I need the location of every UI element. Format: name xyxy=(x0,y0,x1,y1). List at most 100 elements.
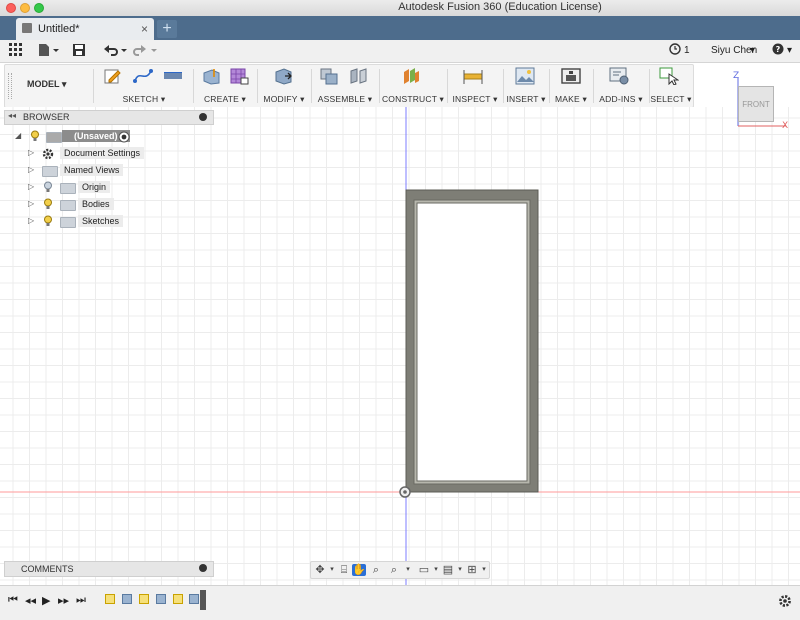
fit-zoom-icon[interactable]: ⌕ xyxy=(387,564,401,576)
timeline-extrude-feature[interactable] xyxy=(156,594,166,604)
sketch-menu[interactable]: SKETCH xyxy=(123,94,159,104)
timeline-bar: ⏮ ◂◂ ▶ ▸▸ ⏭ xyxy=(0,585,800,620)
close-tab-icon[interactable]: × xyxy=(141,18,148,40)
help-icon[interactable]: ? xyxy=(772,43,784,59)
make-menu[interactable]: MAKE xyxy=(555,94,580,104)
window-title: Autodesk Fusion 360 (Education License) xyxy=(398,1,602,13)
3d-print-icon[interactable] xyxy=(561,67,581,85)
stop-sketch-icon[interactable] xyxy=(163,67,183,85)
measure-icon[interactable] xyxy=(463,67,483,85)
folder-icon xyxy=(60,200,76,211)
document-tab-label: Untitled* xyxy=(38,23,80,35)
tree-root[interactable]: ◢ (Unsaved) xyxy=(12,129,212,146)
timeline-play-icon[interactable]: ▶ xyxy=(42,594,50,607)
tree-item-sketches[interactable]: ▷ Sketches xyxy=(12,214,212,231)
assemble-group: ASSEMBLE ▾ xyxy=(313,65,377,107)
document-icon xyxy=(22,23,32,33)
joint-icon[interactable] xyxy=(349,67,369,85)
activate-radio-icon[interactable] xyxy=(118,131,130,143)
help-dropdown-arrow-icon[interactable]: ▾ xyxy=(787,43,792,59)
insert-group: INSERT ▾ xyxy=(505,65,547,107)
add-comment-icon[interactable] xyxy=(199,564,207,572)
browser-panel-header[interactable]: ◂◂ BROWSER xyxy=(4,110,214,125)
expand-arrow-icon[interactable]: ◢ xyxy=(15,131,21,140)
select-icon[interactable] xyxy=(659,67,679,85)
origin-point-icon[interactable] xyxy=(399,486,411,498)
offset-plane-icon[interactable] xyxy=(401,67,421,85)
inspect-menu[interactable]: INSPECT xyxy=(452,94,490,104)
select-menu[interactable]: SELECT xyxy=(650,94,684,104)
browser-pin-icon[interactable] xyxy=(199,113,207,121)
component-icon xyxy=(46,132,62,143)
tree-item-bodies[interactable]: ▷ Bodies xyxy=(12,197,212,214)
assemble-menu[interactable]: ASSEMBLE xyxy=(318,94,365,104)
collapse-browser-icon[interactable]: ◂◂ xyxy=(8,111,16,120)
timeline-extrude-feature[interactable] xyxy=(122,594,132,604)
create-group: CREATE ▾ xyxy=(195,65,255,107)
timeline-next-icon[interactable]: ▸▸ xyxy=(58,594,69,607)
document-tab[interactable]: Untitled* × xyxy=(16,18,154,40)
job-status-icon[interactable] xyxy=(669,43,681,59)
extrude-icon[interactable] xyxy=(201,67,221,85)
folder-icon xyxy=(42,166,58,177)
browser-tree: ◢ (Unsaved) ▷ Document Settings ▷ Named … xyxy=(12,129,212,231)
timeline-sketch-feature[interactable] xyxy=(139,594,149,604)
create-sketch-icon[interactable] xyxy=(103,67,123,85)
expand-arrow-icon[interactable]: ▷ xyxy=(28,148,34,157)
tree-item-named-views[interactable]: ▷ Named Views xyxy=(12,163,212,180)
redo-icon[interactable] xyxy=(133,43,159,59)
tree-item-document-settings[interactable]: ▷ Document Settings xyxy=(12,146,212,163)
pan-hand-icon[interactable]: ✋ xyxy=(352,564,366,576)
user-dropdown-arrow-icon[interactable]: ▾ xyxy=(750,43,755,59)
tree-item-label: Sketches xyxy=(78,215,124,227)
visibility-bulb-icon[interactable] xyxy=(30,130,40,142)
press-pull-icon[interactable] xyxy=(273,67,293,85)
svg-text:?: ? xyxy=(776,45,781,54)
modify-menu[interactable]: MODIFY xyxy=(263,94,297,104)
tree-item-label: Named Views xyxy=(60,164,124,176)
create-menu[interactable]: CREATE xyxy=(204,94,239,104)
insert-menu[interactable]: INSERT xyxy=(506,94,538,104)
workspace-switcher[interactable]: MODEL ▾ xyxy=(27,79,66,90)
expand-arrow-icon[interactable]: ▷ xyxy=(28,165,34,174)
comments-panel-header[interactable]: COMMENTS xyxy=(4,561,214,577)
timeline-sketch-feature[interactable] xyxy=(105,594,115,604)
data-panel-grid-icon[interactable] xyxy=(9,43,23,59)
tree-item-origin[interactable]: ▷ Origin xyxy=(12,180,212,197)
visibility-bulb-icon[interactable] xyxy=(43,181,53,193)
insert-image-icon[interactable] xyxy=(515,67,535,85)
timeline-marker[interactable] xyxy=(200,590,206,610)
viewcube-front-face[interactable]: FRONT xyxy=(738,86,774,122)
new-component-icon[interactable] xyxy=(319,67,339,85)
timeline-extrude-feature[interactable] xyxy=(189,594,199,604)
zoom-icon[interactable]: ⌕ xyxy=(369,564,383,576)
viewports-dropdown-icon[interactable]: ▾ xyxy=(477,564,491,576)
fit-dropdown-icon[interactable]: ▾ xyxy=(401,564,415,576)
visibility-bulb-icon[interactable] xyxy=(43,198,53,210)
look-at-icon[interactable]: ⌸ xyxy=(337,564,351,576)
timeline-previous-icon[interactable]: ◂◂ xyxy=(25,594,36,607)
spline-icon[interactable] xyxy=(133,67,153,85)
expand-arrow-icon[interactable]: ▷ xyxy=(28,199,34,208)
visibility-bulb-icon[interactable] xyxy=(43,215,53,227)
save-icon[interactable] xyxy=(72,43,86,59)
expand-arrow-icon[interactable]: ▷ xyxy=(28,216,34,225)
expand-arrow-icon[interactable]: ▷ xyxy=(28,182,34,191)
new-tab-button[interactable]: + xyxy=(157,20,177,38)
undo-icon[interactable] xyxy=(102,43,128,59)
timeline-start-icon[interactable]: ⏮ xyxy=(8,594,18,607)
construct-group: CONSTRUCT ▾ xyxy=(381,65,445,107)
form-icon[interactable] xyxy=(229,67,249,85)
select-group: SELECT ▾ xyxy=(649,65,693,107)
timeline-end-icon[interactable]: ⏭ xyxy=(76,594,86,607)
z-axis-label: Z xyxy=(733,71,739,81)
make-group: MAKE ▾ xyxy=(551,65,591,107)
toolbar-grip[interactable] xyxy=(8,73,12,99)
construct-menu[interactable]: CONSTRUCT xyxy=(382,94,437,104)
add-ins-menu[interactable]: ADD-INS xyxy=(599,94,635,104)
scripts-addins-icon[interactable] xyxy=(609,67,629,85)
solid-body[interactable] xyxy=(405,189,539,493)
file-menu-icon[interactable] xyxy=(38,43,60,59)
timeline-settings-gear-icon[interactable] xyxy=(778,594,792,608)
timeline-sketch-feature[interactable] xyxy=(173,594,183,604)
